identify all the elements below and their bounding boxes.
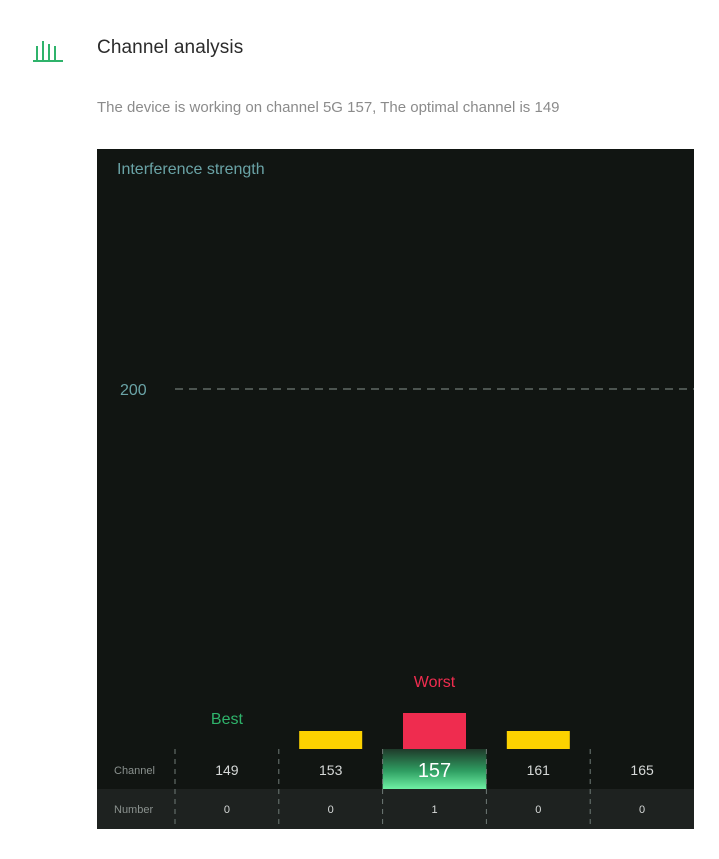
number-value-157: 1	[431, 804, 437, 816]
channel-label-165: 165	[630, 762, 654, 778]
channel-label-149: 149	[215, 762, 239, 778]
channel-label-153: 153	[319, 762, 343, 778]
reference-line-label: 200	[120, 382, 147, 399]
channel-status-text: The device is working on channel 5G 157,…	[97, 99, 560, 116]
channel-label-157: 157	[418, 760, 451, 782]
channel-row-label: Channel	[114, 765, 155, 777]
number-value-161: 0	[535, 804, 541, 816]
bar-157	[403, 713, 466, 749]
bar-153	[299, 731, 363, 749]
annotation-worst: Worst	[414, 674, 456, 691]
bar-161	[506, 731, 570, 749]
interference-chart: Interference strength 200 Best Worst Channel…	[114, 161, 694, 829]
annotation-best: Best	[211, 711, 244, 728]
number-value-149: 0	[224, 804, 230, 816]
number-value-165: 0	[639, 804, 645, 816]
number-value-153: 0	[328, 804, 334, 816]
channel-chart-panel: Interference strength 200 Best Worst Channel…	[97, 149, 694, 829]
y-axis-label: Interference strength	[117, 161, 265, 178]
number-row-label: Number	[114, 804, 153, 816]
channel-label-161: 161	[527, 762, 551, 778]
page-title: Channel analysis	[97, 37, 244, 58]
bar-chart-icon	[33, 36, 63, 64]
